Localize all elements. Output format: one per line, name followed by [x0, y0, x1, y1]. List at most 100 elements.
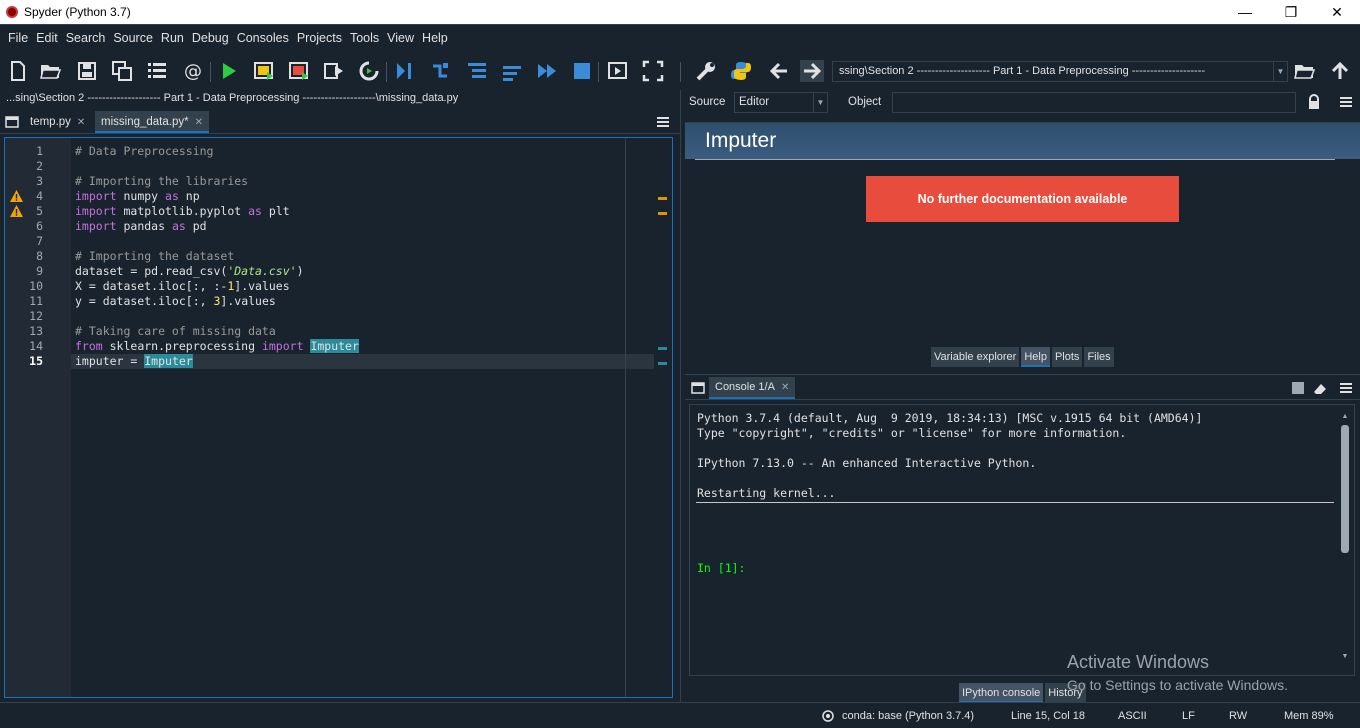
- tab-console[interactable]: Console 1/A ✕: [709, 377, 796, 399]
- warning-icon[interactable]: [10, 190, 23, 202]
- menu-source[interactable]: Source: [109, 31, 157, 45]
- stop-kernel-icon[interactable]: [1292, 382, 1304, 394]
- code-token: Imputer: [144, 354, 193, 368]
- console-line: Restarting kernel...: [697, 486, 836, 500]
- console-pane: Console 1/A ✕ Python 3.7.4 (default, Aug …: [685, 374, 1360, 703]
- menu-consoles[interactable]: Consoles: [233, 31, 293, 45]
- code-line[interactable]: dataset = pd.read_csv('Data.csv'): [75, 264, 304, 279]
- step-return-icon[interactable]: [500, 60, 524, 82]
- save-icon[interactable]: [75, 60, 99, 82]
- line-number: 6: [36, 219, 43, 233]
- code-line[interactable]: from sklearn.preprocessing import Impute…: [75, 339, 359, 354]
- code-editor[interactable]: 1 2 3 4 5 6 7 8 9 10 11 12 13 14 15 # Data Preprocessi…: [4, 137, 673, 698]
- menu-run[interactable]: Run: [157, 31, 188, 45]
- code-token: import: [75, 219, 117, 233]
- menu-search[interactable]: Search: [62, 31, 110, 45]
- chevron-down-icon[interactable]: ▼: [813, 93, 827, 112]
- browse-tabs-icon[interactable]: [689, 379, 707, 397]
- tab-files[interactable]: Files: [1084, 347, 1114, 367]
- forward-icon[interactable]: [800, 60, 824, 82]
- stop-icon[interactable]: [570, 60, 594, 82]
- close-icon[interactable]: ✕: [77, 117, 85, 128]
- code-line[interactable]: import numpy as np: [75, 189, 200, 204]
- line-number: 15: [29, 354, 43, 368]
- console-line: Python 3.7.4 (default, Aug 9 2019, 18:34…: [697, 411, 1203, 425]
- rerun-icon[interactable]: [357, 60, 381, 82]
- code-line[interactable]: import matplotlib.pyplot as plt: [75, 204, 290, 219]
- menu-view[interactable]: View: [383, 31, 418, 45]
- source-combo[interactable]: Editor ▼: [734, 92, 828, 113]
- preferences-icon[interactable]: [694, 60, 718, 82]
- maximize-pane-icon[interactable]: [606, 60, 630, 82]
- console-prompt[interactable]: In [1]:: [697, 561, 745, 576]
- debug-icon[interactable]: [392, 60, 416, 82]
- code-line[interactable]: # Taking care of missing data: [75, 324, 276, 339]
- run-icon[interactable]: [217, 60, 241, 82]
- edge-line: [625, 138, 626, 697]
- run-cell-icon[interactable]: [252, 60, 276, 82]
- scrollbar-thumb[interactable]: [1341, 425, 1349, 553]
- menu-projects[interactable]: Projects: [293, 31, 346, 45]
- tab-ipython-console[interactable]: IPython console: [959, 683, 1044, 703]
- lock-icon[interactable]: [1307, 94, 1321, 110]
- menu-help[interactable]: Help: [418, 31, 452, 45]
- source-combo-value: Editor: [739, 96, 770, 108]
- code-line[interactable]: # Data Preprocessing: [75, 144, 213, 159]
- menu-tools[interactable]: Tools: [346, 31, 383, 45]
- maximize-button[interactable]: ❐: [1268, 0, 1314, 24]
- console-output[interactable]: Python 3.7.4 (default, Aug 9 2019, 18:34…: [689, 404, 1355, 676]
- code-area[interactable]: # Data Preprocessing # Importing the libr…: [71, 138, 671, 697]
- python-path-icon[interactable]: [729, 60, 753, 82]
- tab-help[interactable]: Help: [1021, 347, 1050, 367]
- tab-plots[interactable]: Plots: [1051, 347, 1083, 367]
- object-input[interactable]: [892, 92, 1296, 113]
- chevron-down-icon[interactable]: ▼: [1273, 62, 1287, 81]
- outline-icon[interactable]: [145, 60, 169, 82]
- close-icon[interactable]: ✕: [781, 382, 789, 393]
- help-title-band: [685, 123, 1360, 159]
- email-icon[interactable]: @: [181, 60, 205, 82]
- code-token: as: [171, 219, 186, 233]
- code-token: pandas: [116, 219, 172, 233]
- close-button[interactable]: ✕: [1314, 0, 1360, 24]
- browse-tabs-icon[interactable]: [0, 111, 24, 133]
- continue-icon[interactable]: [535, 60, 559, 82]
- menu-file[interactable]: File: [4, 31, 32, 45]
- options-menu-icon[interactable]: [1337, 93, 1355, 111]
- close-icon[interactable]: ✕: [195, 117, 203, 128]
- save-all-icon[interactable]: [110, 60, 134, 82]
- warning-icon[interactable]: [10, 205, 23, 217]
- console-scrollbar[interactable]: ▲ ▼: [1340, 413, 1350, 663]
- eraser-icon[interactable]: [1312, 380, 1328, 396]
- tab-temp[interactable]: temp.py ✕: [24, 111, 91, 133]
- tab-missing-data[interactable]: missing_data.py* ✕: [95, 111, 209, 133]
- working-directory-combo[interactable]: ssing\Section 2 -------------------- Par…: [832, 61, 1288, 82]
- code-line[interactable]: # Importing the dataset: [75, 249, 234, 264]
- fullscreen-icon[interactable]: [641, 60, 665, 82]
- code-line[interactable]: imputer = Imputer: [75, 354, 193, 369]
- code-line[interactable]: X = dataset.iloc[:, :-1].values: [75, 279, 290, 294]
- step-into-icon[interactable]: [465, 60, 489, 82]
- code-line[interactable]: import pandas as pd: [75, 219, 207, 234]
- step-icon[interactable]: [429, 60, 453, 82]
- options-menu-icon[interactable]: [1337, 379, 1355, 397]
- tab-variable-explorer[interactable]: Variable explorer: [931, 347, 1020, 367]
- code-line[interactable]: y = dataset.iloc[:, 3].values: [75, 294, 276, 309]
- run-cell-advance-icon[interactable]: [287, 60, 311, 82]
- code-token: X = dataset.iloc[:, :-: [75, 279, 228, 293]
- menu-debug[interactable]: Debug: [188, 31, 233, 45]
- object-label: Object: [848, 96, 882, 108]
- code-token: dataset = pd.read_csv(: [75, 264, 228, 278]
- options-menu-icon[interactable]: [652, 111, 674, 133]
- open-file-icon[interactable]: [38, 60, 62, 82]
- minimize-button[interactable]: —: [1222, 0, 1268, 24]
- parent-dir-icon[interactable]: [1328, 60, 1352, 82]
- menu-edit[interactable]: Edit: [32, 31, 62, 45]
- code-token: sklearn.preprocessing: [102, 339, 262, 353]
- new-file-icon[interactable]: [6, 60, 30, 82]
- browse-folder-icon[interactable]: [1292, 60, 1316, 82]
- run-selection-icon[interactable]: [322, 60, 346, 82]
- back-icon[interactable]: [767, 60, 791, 82]
- help-pane-tabs: Variable explorer Help Plots Files: [931, 347, 1116, 367]
- code-line[interactable]: # Importing the libraries: [75, 174, 248, 189]
